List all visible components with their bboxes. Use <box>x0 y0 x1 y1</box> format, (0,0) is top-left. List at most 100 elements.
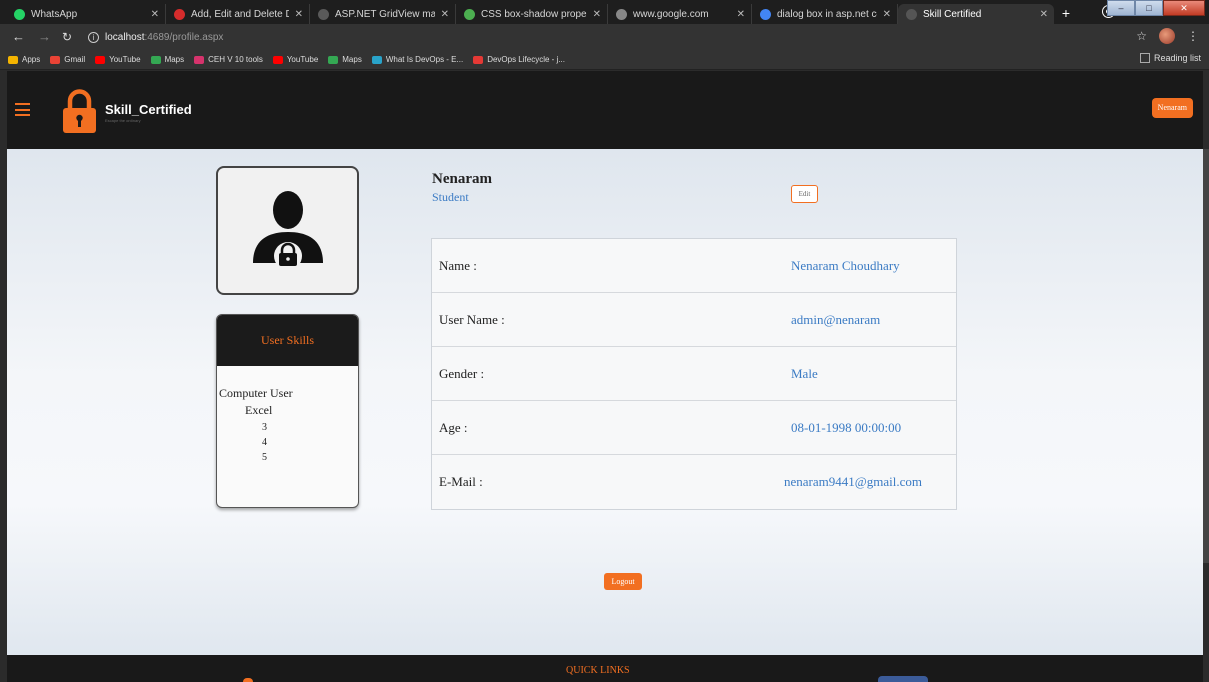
bookmark-item[interactable]: What Is DevOps - E... <box>371 55 464 64</box>
bookmark-label: YouTube <box>109 55 141 64</box>
browser-tab[interactable]: CSS box-shadow property ✕ <box>456 4 608 24</box>
browser-tab[interactable]: ASP.NET GridView makeo ✕ <box>310 4 456 24</box>
bookmark-label: What Is DevOps - E... <box>385 55 464 64</box>
profile-role: Student <box>432 190 469 204</box>
bookmark-icon <box>8 55 18 64</box>
browser-tab[interactable]: dialog box in asp.net c# - ✕ <box>752 4 898 24</box>
info-icon[interactable]: i <box>88 31 99 43</box>
tab-title: dialog box in asp.net c# - <box>777 8 877 20</box>
bookmark-item[interactable]: Maps <box>328 55 362 64</box>
bookmark-icon <box>272 55 283 64</box>
close-tab-icon[interactable]: ✕ <box>441 9 449 20</box>
field-value: nenaram9441@gmail.com <box>784 474 922 489</box>
bookmark-label: Maps <box>164 55 185 64</box>
bookmark-label: DevOps Lifecycle - j... <box>487 55 565 64</box>
site-footer: QUICK LINKS <box>7 655 1203 682</box>
menu-dots-icon[interactable]: ⋮ <box>1187 29 1199 43</box>
site-header: Skill_Certified Escape the ordinary Nena… <box>7 71 1203 149</box>
profile-name: Nenaram <box>432 171 492 187</box>
skill-level: 4 <box>262 437 267 448</box>
bookmark-icon <box>328 55 339 64</box>
user-menu-button[interactable]: Nenaram <box>1151 98 1193 118</box>
hamburger-menu-icon[interactable] <box>15 103 30 116</box>
bookmark-label: Apps <box>22 55 41 64</box>
user-skills-card: User Skills Computer User Excel 3 4 5 <box>216 314 359 508</box>
tab-title: ASP.NET GridView makeo <box>335 8 435 20</box>
skill-level: 3 <box>262 422 267 433</box>
bookmark-icon <box>150 55 161 64</box>
bookmark-icon <box>194 55 205 64</box>
bookmark-icon <box>50 55 61 64</box>
bookmark-label: YouTube <box>286 55 319 64</box>
quick-links-heading: QUICK LINKS <box>566 665 630 676</box>
minimize-icon[interactable]: – <box>1107 0 1135 16</box>
tab-title: Add, Edit and Delete Data <box>191 8 289 20</box>
address-bar[interactable]: i localhost:4689/profile.aspx <box>88 29 223 45</box>
globe-icon <box>616 8 627 20</box>
field-label: Age : <box>439 419 468 435</box>
close-tab-icon[interactable]: ✕ <box>1040 9 1048 20</box>
close-tab-icon[interactable]: ✕ <box>593 9 601 20</box>
close-tab-icon[interactable]: ✕ <box>883 9 891 20</box>
table-row: User Name : admin@nenaram <box>432 293 956 347</box>
bookmark-item[interactable]: Maps <box>150 55 185 64</box>
reading-list-button[interactable]: Reading list <box>1139 53 1201 63</box>
brand-name[interactable]: Skill_Certified <box>105 102 192 117</box>
close-tab-icon[interactable]: ✕ <box>151 9 159 20</box>
site-icon <box>174 8 185 20</box>
back-icon[interactable]: ← <box>12 29 25 45</box>
browser-tab[interactable]: www.google.com ✕ <box>608 4 752 24</box>
facebook-icon[interactable] <box>878 676 928 682</box>
bookmark-label: Gmail <box>64 55 86 64</box>
skill-item: Excel <box>245 403 273 417</box>
edit-profile-button[interactable]: Edit <box>791 185 818 203</box>
bookmark-item[interactable]: Apps <box>8 55 40 64</box>
close-tab-icon[interactable]: ✕ <box>295 9 303 20</box>
table-row: Name : Nenaram Choudhary <box>432 239 956 293</box>
bookmark-item[interactable]: DevOps Lifecycle - j... <box>473 55 565 64</box>
tab-title: www.google.com <box>633 8 709 20</box>
bookmark-item[interactable]: Gmail <box>50 55 85 64</box>
close-tab-icon[interactable]: ✕ <box>737 9 745 20</box>
bookmark-item[interactable]: YouTube <box>95 55 141 64</box>
bookmark-item[interactable]: CEH V 10 tools <box>194 55 263 64</box>
bookmark-item[interactable]: YouTube <box>272 55 319 64</box>
bookmark-icon <box>371 55 382 64</box>
forward-icon[interactable]: → <box>38 29 51 45</box>
field-value: admin@nenaram <box>791 311 881 327</box>
window-controls: – □ ✕ <box>1107 0 1205 16</box>
field-value: Male <box>791 365 818 381</box>
field-label: E-Mail : <box>439 474 483 489</box>
account-avatar[interactable] <box>1159 28 1175 44</box>
bookmarks-bar: Apps Gmail YouTube Maps CEH V 10 tools YouTub… <box>0 50 1209 70</box>
whatsapp-icon <box>14 8 25 20</box>
page-scrollbar[interactable] <box>1203 149 1209 563</box>
bookmark-star-icon[interactable]: ☆ <box>1136 29 1147 43</box>
field-value: 08-01-1998 00:00:00 <box>791 419 902 435</box>
logout-button[interactable]: Logout <box>604 573 642 590</box>
padlock-logo-icon <box>63 89 96 133</box>
table-row: E-Mail : nenaram9441@gmail.com <box>432 455 956 509</box>
browser-tab[interactable]: WhatsApp ✕ <box>6 4 166 24</box>
table-row: Age : 08-01-1998 00:00:00 <box>432 401 956 455</box>
reload-icon[interactable]: ↻ <box>62 29 72 45</box>
bookmark-label: Maps <box>342 55 362 64</box>
url-host: localhost <box>105 31 145 43</box>
brand-tagline: Escape the ordinary <box>105 118 141 123</box>
profile-page: User Skills Computer User Excel 3 4 5 Ne… <box>7 149 1203 655</box>
close-window-icon[interactable]: ✕ <box>1163 0 1205 16</box>
field-label: Name : <box>439 257 477 273</box>
browser-tab[interactable]: Add, Edit and Delete Data ✕ <box>166 4 310 24</box>
bookmark-icon <box>95 55 106 64</box>
table-row: Gender : Male <box>432 347 956 401</box>
browser-tab-active[interactable]: Skill Certified ✕ <box>898 4 1054 24</box>
profile-details-table: Name : Nenaram Choudhary User Name : adm… <box>431 238 957 510</box>
reading-list-label: Reading list <box>1153 53 1201 63</box>
browser-tabstrip: WhatsApp ✕ Add, Edit and Delete Data ✕ A… <box>0 0 1209 24</box>
new-tab-icon[interactable]: + <box>1058 5 1074 21</box>
maximize-icon[interactable]: □ <box>1135 0 1163 16</box>
google-icon <box>760 8 771 20</box>
tab-title: Skill Certified <box>923 8 982 20</box>
site-icon <box>318 8 329 20</box>
url-path: :4689/profile.aspx <box>144 31 224 43</box>
